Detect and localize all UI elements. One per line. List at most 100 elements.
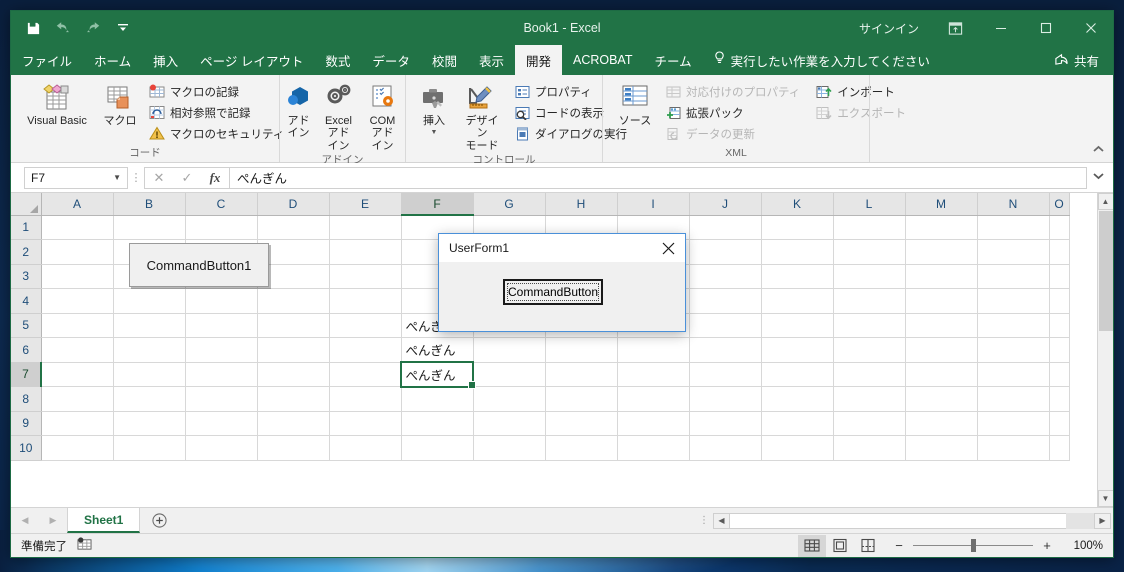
cell-J2[interactable] <box>689 239 762 265</box>
collapse-ribbon-icon[interactable] <box>1089 140 1107 158</box>
relative-reference-button[interactable]: 相対参照で記録 <box>145 102 288 123</box>
cell-B7[interactable] <box>113 362 186 387</box>
tab-data[interactable]: データ <box>361 45 421 75</box>
cell-D1[interactable] <box>257 215 330 240</box>
cell-B4[interactable] <box>113 288 186 314</box>
cell-B5[interactable] <box>113 313 186 338</box>
cell-O6[interactable] <box>1049 337 1070 363</box>
cell-N10[interactable] <box>977 435 1050 461</box>
cell-H10[interactable] <box>545 435 618 461</box>
vertical-scrollbar[interactable]: ▲ ▼ <box>1097 193 1113 507</box>
cell-G7[interactable] <box>473 362 546 387</box>
cell-A3[interactable] <box>41 264 114 289</box>
minimize-button[interactable] <box>978 11 1023 45</box>
cell-M6[interactable] <box>905 337 978 363</box>
cell-G10[interactable] <box>473 435 546 461</box>
tab-page-layout[interactable]: ページ レイアウト <box>189 45 314 75</box>
tab-view[interactable]: 表示 <box>468 45 515 75</box>
cell-G6[interactable] <box>473 337 546 363</box>
column-header-C[interactable]: C <box>185 193 258 216</box>
cell-N9[interactable] <box>977 411 1050 436</box>
cell-O4[interactable] <box>1049 288 1070 314</box>
page-break-view-icon[interactable] <box>854 535 882 557</box>
scroll-right-icon[interactable]: ▶ <box>1094 512 1111 529</box>
column-header-M[interactable]: M <box>905 193 978 216</box>
cell-M9[interactable] <box>905 411 978 436</box>
cell-H7[interactable] <box>545 362 618 387</box>
cell-I9[interactable] <box>617 411 690 436</box>
column-header-K[interactable]: K <box>761 193 834 216</box>
cell-J6[interactable] <box>689 337 762 363</box>
column-header-E[interactable]: E <box>329 193 402 216</box>
tab-review[interactable]: 校閲 <box>421 45 468 75</box>
select-all-corner[interactable] <box>11 193 42 216</box>
share-button[interactable]: 共有 <box>1046 45 1113 75</box>
save-icon[interactable] <box>19 15 47 41</box>
cell-J9[interactable] <box>689 411 762 436</box>
cell-O5[interactable] <box>1049 313 1070 338</box>
cell-N1[interactable] <box>977 215 1050 240</box>
cell-J4[interactable] <box>689 288 762 314</box>
cell-N2[interactable] <box>977 239 1050 265</box>
cell-K2[interactable] <box>761 239 834 265</box>
column-header-O[interactable]: O <box>1049 193 1070 216</box>
cell-O3[interactable] <box>1049 264 1070 289</box>
row-header-8[interactable]: 8 <box>11 386 42 412</box>
record-macro-button[interactable]: マクロの記録 <box>145 81 288 102</box>
cell-I7[interactable] <box>617 362 690 387</box>
userform-title-bar[interactable]: UserForm1 <box>439 234 685 262</box>
cell-F7[interactable]: ぺんぎん <box>400 361 475 388</box>
undo-icon[interactable] <box>49 15 77 41</box>
cell-K9[interactable] <box>761 411 834 436</box>
cell-O10[interactable] <box>1049 435 1070 461</box>
cell-D8[interactable] <box>257 386 330 412</box>
excel-add-ins-button[interactable]: Excel アドイン <box>318 79 360 154</box>
zoom-slider[interactable] <box>913 539 1033 553</box>
cell-E9[interactable] <box>329 411 402 436</box>
row-header-10[interactable]: 10 <box>11 435 42 461</box>
tab-insert[interactable]: 挿入 <box>142 45 189 75</box>
cell-O9[interactable] <box>1049 411 1070 436</box>
cell-E7[interactable] <box>329 362 402 387</box>
cell-M3[interactable] <box>905 264 978 289</box>
cell-A6[interactable] <box>41 337 114 363</box>
formula-bar-grip[interactable]: ⋮ <box>128 171 144 184</box>
macro-security-button[interactable]: マクロのセキュリティ <box>145 123 288 144</box>
prev-sheet-icon[interactable]: ◀ <box>22 515 29 526</box>
cell-A7[interactable] <box>41 362 114 387</box>
column-header-F[interactable]: F <box>401 193 474 216</box>
cell-L7[interactable] <box>833 362 906 387</box>
cell-F6[interactable]: ぺんぎん <box>401 337 474 363</box>
cell-N6[interactable] <box>977 337 1050 363</box>
new-sheet-icon[interactable] <box>140 508 178 533</box>
next-sheet-icon[interactable]: ▶ <box>50 515 57 526</box>
cell-J7[interactable] <box>689 362 762 387</box>
column-header-J[interactable]: J <box>689 193 762 216</box>
cell-H8[interactable] <box>545 386 618 412</box>
scroll-up-icon[interactable]: ▲ <box>1097 193 1113 210</box>
record-macro-status-icon[interactable] <box>77 537 92 554</box>
cell-I10[interactable] <box>617 435 690 461</box>
cell-G8[interactable] <box>473 386 546 412</box>
cell-O8[interactable] <box>1049 386 1070 412</box>
cell-N5[interactable] <box>977 313 1050 338</box>
cell-M4[interactable] <box>905 288 978 314</box>
cell-M10[interactable] <box>905 435 978 461</box>
cell-C9[interactable] <box>185 411 258 436</box>
row-header-5[interactable]: 5 <box>11 313 42 338</box>
cell-N3[interactable] <box>977 264 1050 289</box>
column-header-A[interactable]: A <box>41 193 114 216</box>
cell-O7[interactable] <box>1049 362 1070 387</box>
zoom-out-button[interactable]: − <box>892 538 906 553</box>
cell-F8[interactable] <box>401 386 474 412</box>
cancel-icon[interactable]: ✕ <box>145 168 173 188</box>
column-header-H[interactable]: H <box>545 193 618 216</box>
zoom-slider-knob[interactable] <box>971 539 976 552</box>
cell-E10[interactable] <box>329 435 402 461</box>
cell-J3[interactable] <box>689 264 762 289</box>
scroll-left-icon[interactable]: ◀ <box>713 512 730 529</box>
column-header-D[interactable]: D <box>257 193 330 216</box>
cell-K1[interactable] <box>761 215 834 240</box>
cell-L5[interactable] <box>833 313 906 338</box>
zoom-level[interactable]: 100% <box>1061 540 1103 552</box>
